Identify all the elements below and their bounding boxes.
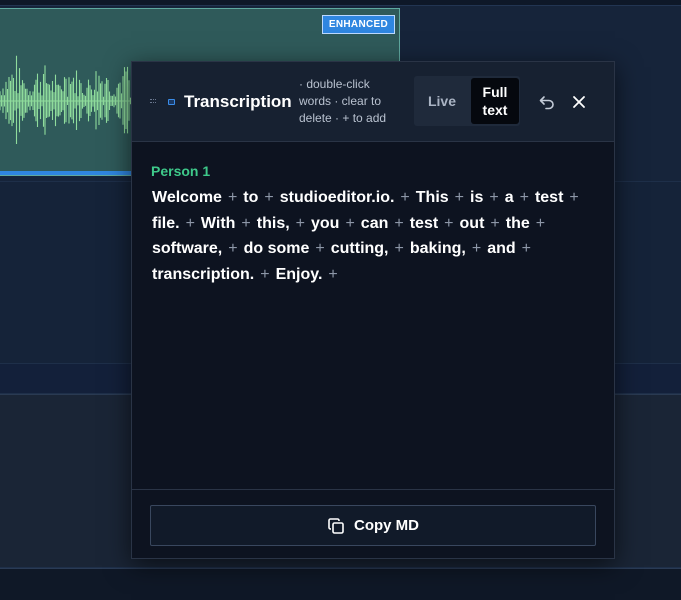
add-word-button[interactable]: + (489, 185, 498, 211)
tab-full-text[interactable]: Full text (471, 78, 519, 124)
panel-hint: · double-click words · clear to delete ·… (299, 77, 387, 125)
transcript-word[interactable]: transcription. (152, 266, 254, 283)
add-word-button[interactable]: + (315, 236, 324, 262)
transcript-word[interactable]: do (244, 240, 264, 257)
copy-md-label: Copy MD (354, 517, 419, 534)
mode-toggle: Live Full text (414, 76, 520, 126)
transcript-word[interactable]: This (416, 189, 449, 206)
transcript-word[interactable]: out (460, 215, 485, 232)
transcript-word[interactable]: a (505, 189, 514, 206)
transcript-word[interactable]: cutting, (331, 240, 389, 257)
transcript-word[interactable]: Enjoy. (276, 266, 323, 283)
add-word-button[interactable]: + (472, 236, 481, 262)
add-word-button[interactable]: + (490, 211, 499, 237)
add-word-button[interactable]: + (569, 185, 578, 211)
transcript-word[interactable]: can (361, 215, 389, 232)
add-word-button[interactable]: + (228, 185, 237, 211)
panel-title: Transcription (184, 92, 292, 111)
add-word-button[interactable]: + (522, 236, 531, 262)
transcript-word[interactable]: this, (257, 215, 290, 232)
blue-square-icon (168, 99, 175, 105)
add-word-button[interactable]: + (395, 236, 404, 262)
add-word-button[interactable]: + (186, 211, 195, 237)
add-word-button[interactable]: + (328, 262, 337, 288)
panel-header: Transcription · double-click words · cle… (132, 62, 614, 142)
close-button[interactable] (569, 92, 589, 112)
add-word-button[interactable]: + (455, 185, 464, 211)
transcript-word[interactable]: is (470, 189, 483, 206)
add-word-button[interactable]: + (444, 211, 453, 237)
add-word-button[interactable]: + (264, 185, 273, 211)
add-word-button[interactable]: + (228, 236, 237, 262)
undo-icon (539, 96, 554, 110)
speaker-label[interactable]: Person 1 (151, 163, 210, 179)
transcript-word[interactable]: the (506, 215, 530, 232)
add-word-button[interactable]: + (394, 211, 403, 237)
transcript-text[interactable]: Welcome + to + studioeditor.io. + This + is + a + te… (152, 185, 597, 287)
transcript-word[interactable]: With (201, 215, 236, 232)
transcript-word[interactable]: studioeditor.io. (280, 189, 395, 206)
tab-live[interactable]: Live (414, 76, 470, 126)
transcript-word[interactable]: test (535, 189, 563, 206)
add-word-button[interactable]: + (520, 185, 529, 211)
add-word-button[interactable]: + (296, 211, 305, 237)
add-word-button[interactable]: + (241, 211, 250, 237)
transcript-word[interactable]: baking, (410, 240, 466, 257)
transcript-area[interactable]: Person 1 Welcome + to + studioeditor.io. + Thi… (132, 143, 614, 489)
add-word-button[interactable]: + (345, 211, 354, 237)
transcript-word[interactable]: file. (152, 215, 180, 232)
copy-md-button[interactable]: Copy MD (150, 505, 596, 546)
transcript-word[interactable]: software, (152, 240, 222, 257)
undo-button[interactable] (537, 92, 557, 112)
transcript-word[interactable]: to (243, 189, 258, 206)
transcript-word[interactable]: you (311, 215, 339, 232)
panel-footer: Copy MD (132, 489, 614, 558)
transcription-panel: Transcription · double-click words · cle… (131, 61, 615, 559)
add-word-button[interactable]: + (260, 262, 269, 288)
copy-icon (327, 517, 345, 535)
transcript-word[interactable]: and (487, 240, 515, 257)
add-word-button[interactable]: + (400, 185, 409, 211)
transcript-word[interactable]: Welcome (152, 189, 222, 206)
enhanced-badge: ENHANCED (321, 15, 395, 34)
transcript-word[interactable]: test (410, 215, 438, 232)
add-word-button[interactable]: + (536, 211, 545, 237)
close-icon (573, 96, 585, 108)
transcript-word[interactable]: some (268, 240, 310, 257)
bottom-toolbar (0, 568, 681, 600)
drag-handle-icon[interactable] (150, 99, 156, 103)
